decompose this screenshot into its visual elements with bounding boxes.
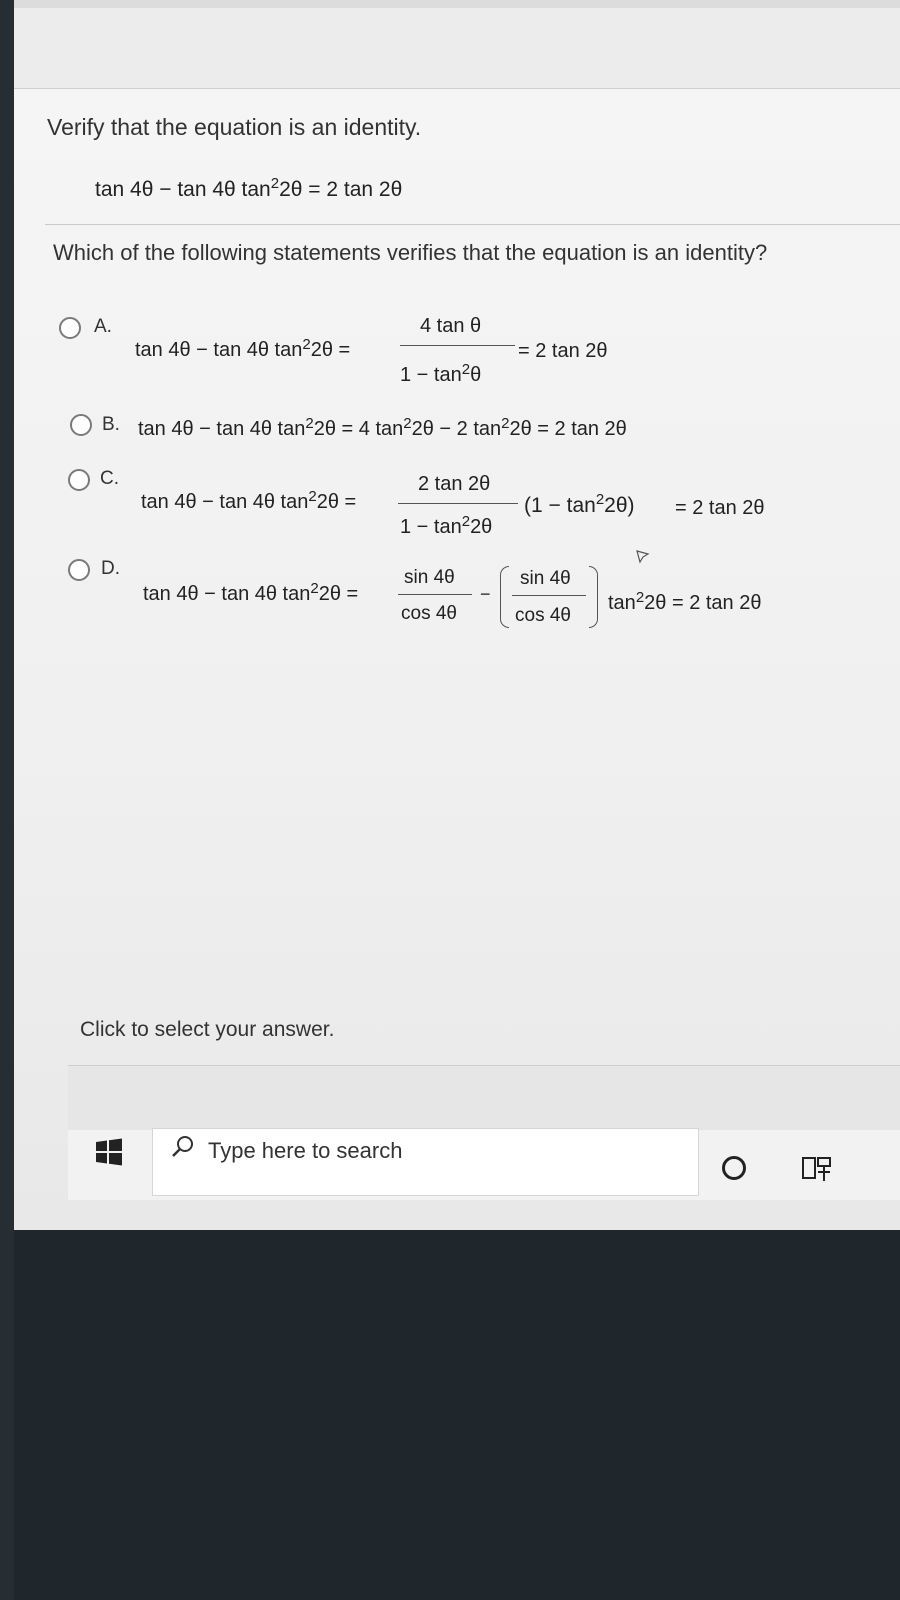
option-a-lhs[interactable]: tan 4θ − tan 4θ tan22θ = — [135, 336, 351, 362]
search-placeholder[interactable]: Type here to search — [208, 1138, 402, 1164]
option-c-letter[interactable]: C. — [100, 468, 119, 490]
math-exponent: 2 — [308, 488, 317, 505]
math-part: 2θ = — [318, 583, 359, 605]
option-d-fraction-bar-2 — [512, 595, 586, 596]
math-part: 2θ − 2 tan — [411, 418, 502, 440]
option-c-numerator[interactable]: 2 tan 2θ — [418, 473, 490, 496]
header-band — [14, 8, 900, 89]
option-c-radio[interactable] — [68, 469, 90, 491]
math-part: 1 − tan — [400, 364, 462, 386]
top-edge — [0, 0, 900, 8]
question-text: Which of the following statements verifi… — [53, 240, 768, 265]
option-c-factor[interactable]: (1 − tan22θ) — [524, 491, 635, 518]
equation-part: tan 4θ − tan 4θ tan — [95, 178, 271, 201]
math-part: 2θ — [470, 516, 493, 538]
math-exponent: 2 — [310, 580, 319, 597]
math-exponent: 2 — [501, 415, 510, 432]
math-part: tan 4θ − tan 4θ tan — [135, 339, 303, 361]
option-a-radio[interactable] — [59, 317, 81, 339]
option-d-radio[interactable] — [68, 559, 90, 581]
mouse-pointer-icon — [636, 550, 650, 564]
option-c-denominator[interactable]: 1 − tan22θ — [400, 513, 493, 539]
option-d-denominator-1[interactable]: cos 4θ — [401, 603, 457, 625]
math-part: tan 4θ − tan 4θ tan — [141, 491, 309, 513]
math-part: tan — [608, 592, 636, 614]
option-d-left-paren — [500, 566, 509, 628]
prompt-heading: Verify that the equation is an identity. — [47, 114, 422, 140]
option-d-denominator-2[interactable]: cos 4θ — [515, 605, 571, 627]
divider — [45, 224, 900, 225]
option-b-expression[interactable]: tan 4θ − tan 4θ tan22θ = 4 tan22θ − 2 ta… — [138, 415, 627, 441]
option-a-numerator[interactable]: 4 tan θ — [420, 315, 481, 338]
math-part: 2θ = — [316, 491, 357, 513]
search-icon[interactable] — [170, 1134, 196, 1160]
equation-exponent: 2 — [270, 175, 280, 192]
math-part: tan 4θ − tan 4θ tan — [143, 583, 311, 605]
math-part: 2θ = 4 tan — [313, 418, 404, 440]
option-b-letter[interactable]: B. — [102, 414, 120, 436]
math-part: 1 − tan — [400, 516, 462, 538]
math-part: (1 − tan — [524, 494, 596, 517]
math-exponent: 2 — [461, 361, 471, 378]
footer-band — [68, 1066, 900, 1136]
math-exponent: 2 — [461, 513, 471, 530]
math-exponent: 2 — [302, 336, 311, 353]
option-d-numerator-1[interactable]: sin 4θ — [404, 567, 455, 589]
task-view-icon[interactable] — [800, 1155, 834, 1183]
math-part: tan 4θ − tan 4θ tan — [138, 418, 306, 440]
math-part: 2θ = 2 tan 2θ — [644, 592, 762, 614]
option-d-fraction-bar-1 — [398, 594, 472, 595]
option-a-rhs[interactable]: = 2 tan 2θ — [518, 340, 608, 363]
option-d-letter[interactable]: D. — [101, 558, 120, 580]
option-d-minus: − — [480, 584, 491, 604]
option-a-letter[interactable]: A. — [94, 316, 112, 338]
math-exponent: 2 — [305, 415, 314, 432]
option-a-fraction-bar — [400, 345, 515, 346]
monitor-bezel — [0, 0, 14, 1600]
option-c-rhs[interactable]: = 2 tan 2θ — [675, 497, 765, 520]
equation-part: 2θ = 2 tan 2θ — [279, 178, 403, 201]
option-d-lhs[interactable]: tan 4θ − tan 4θ tan22θ = — [143, 580, 359, 606]
math-part: θ — [470, 364, 482, 386]
math-part: 2θ = 2 tan 2θ — [509, 418, 627, 440]
option-c-lhs[interactable]: tan 4θ − tan 4θ tan22θ = — [141, 488, 357, 514]
math-part: 2θ) — [604, 494, 635, 517]
option-c-fraction-bar — [398, 503, 518, 504]
option-d-right-paren — [589, 566, 598, 628]
instruction-text: Click to select your answer. — [80, 1018, 335, 1041]
target-equation: tan 4θ − tan 4θ tan22θ = 2 tan 2θ — [95, 175, 403, 202]
math-part: 2θ = — [310, 339, 351, 361]
math-exponent: 2 — [595, 491, 605, 508]
option-d-numerator-2[interactable]: sin 4θ — [520, 568, 571, 590]
option-b-radio[interactable] — [70, 414, 92, 436]
option-a-denominator[interactable]: 1 − tan2θ — [400, 361, 482, 387]
math-exponent: 2 — [635, 589, 645, 606]
option-d-tail[interactable]: tan22θ = 2 tan 2θ — [608, 589, 762, 615]
math-exponent: 2 — [403, 415, 412, 432]
windows-start-icon[interactable] — [95, 1138, 123, 1166]
cortana-icon[interactable] — [722, 1156, 746, 1180]
